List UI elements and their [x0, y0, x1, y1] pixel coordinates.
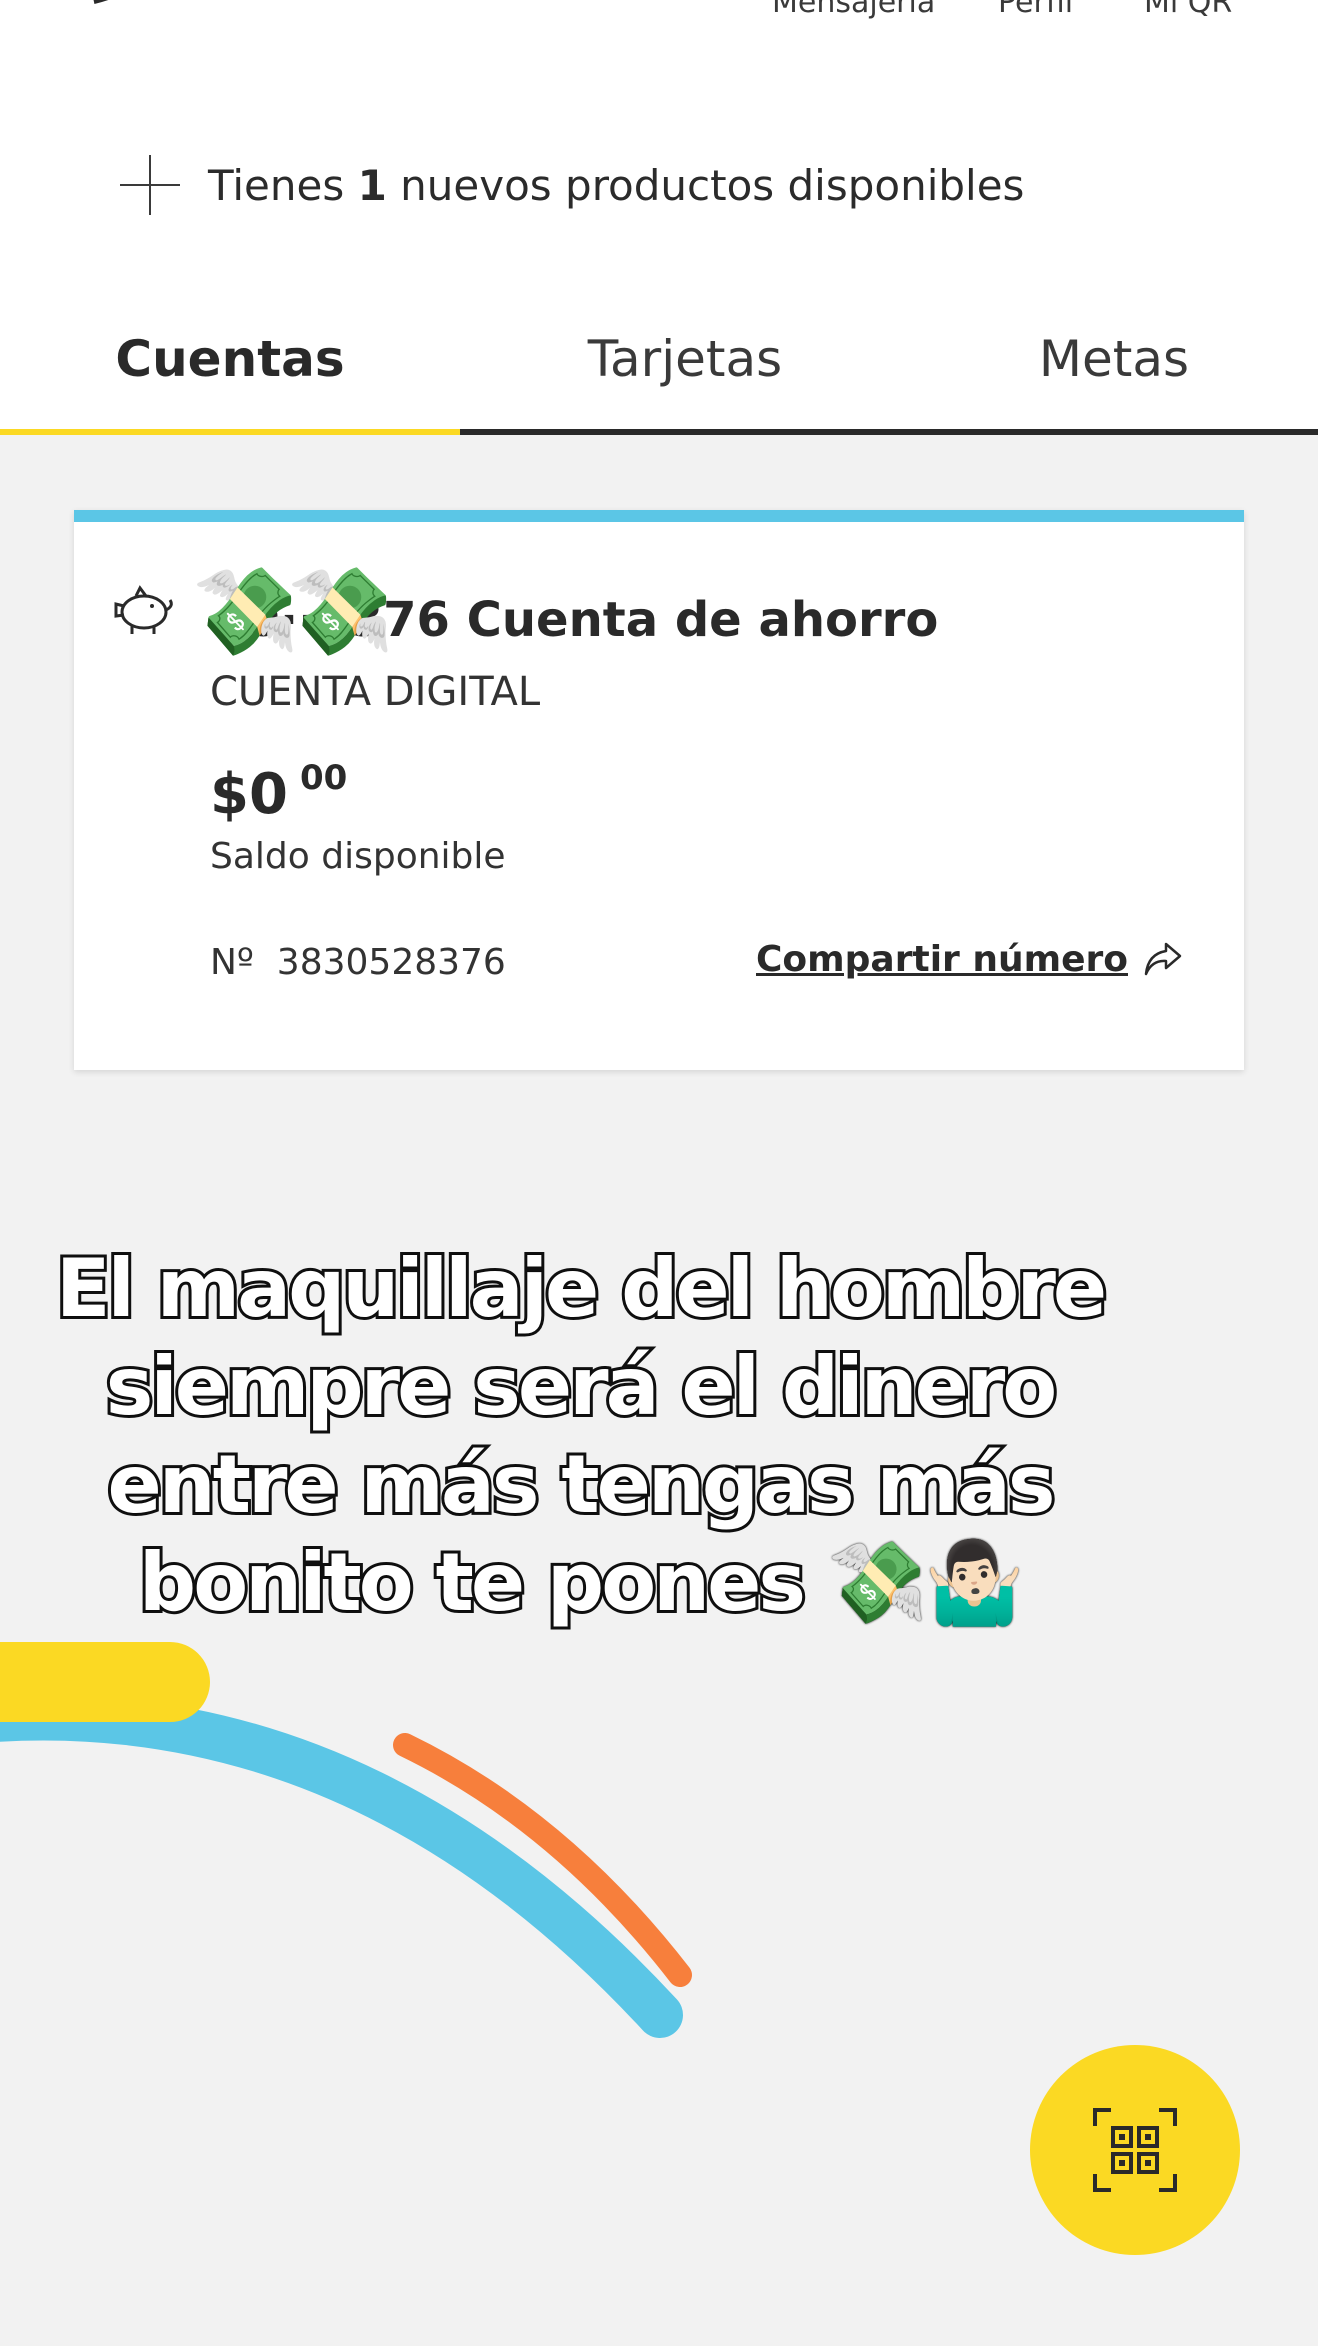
account-balance: $0 00 — [210, 758, 347, 827]
share-number-label: Compartir número — [756, 938, 1128, 980]
money-emoji-overlay: 💸💸 — [192, 562, 394, 662]
qr-scan-icon — [1093, 2108, 1177, 2192]
new-products-suffix: nuevos productos disponibles — [400, 160, 1025, 210]
overlay-caption: El maquillaje del hombre siempre será el… — [53, 1239, 1110, 1632]
account-card[interactable]: ··0··8376 Cuenta de ahorro 💸💸 CUENTA DIG… — [74, 510, 1244, 1070]
share-number-button[interactable]: Compartir número — [756, 938, 1184, 980]
account-type: CUENTA DIGITAL — [210, 669, 541, 715]
piggy-bank-icon — [114, 585, 173, 634]
nav-item-perfil[interactable]: Perfil — [998, 0, 1073, 20]
qr-scan-button[interactable] — [1030, 2045, 1240, 2255]
nav-item-mensajeria[interactable]: Mensajería — [772, 0, 935, 20]
logo-fragment — [93, 0, 109, 4]
account-number: Nº 3830528376 — [210, 942, 506, 983]
top-region: Mensajería Perfil Mi QR Tienes 1 nuevos … — [0, 0, 1318, 435]
decorative-arcs — [0, 1642, 692, 2038]
tab-metas-label: Metas — [1038, 330, 1190, 388]
new-products-banner[interactable]: Tienes 1 nuevos productos disponibles — [120, 150, 1024, 220]
balance-whole: $0 — [210, 762, 288, 827]
nav-item-mi-qr[interactable]: Mi QR — [1144, 0, 1232, 20]
new-products-prefix: Tienes — [208, 160, 345, 210]
account-number-label: Nº — [210, 942, 254, 983]
new-products-count: 1 — [357, 160, 387, 210]
account-number-value: 3830528376 — [276, 942, 506, 983]
tab-metas[interactable]: Metas — [910, 320, 1318, 435]
new-products-text: Tienes 1 nuevos productos disponibles — [208, 161, 1024, 210]
balance-label: Saldo disponible — [210, 836, 506, 877]
balance-cents: 00 — [299, 758, 348, 798]
tab-cuentas-label: Cuentas — [115, 330, 345, 388]
tab-divider — [460, 429, 1318, 435]
top-navigation: Mensajería Perfil Mi QR — [0, 0, 1318, 26]
tab-tarjetas[interactable]: Tarjetas — [460, 320, 910, 435]
plus-icon — [120, 155, 180, 215]
share-arrow-icon — [1144, 942, 1182, 976]
tab-cuentas[interactable]: Cuentas — [0, 320, 460, 435]
tab-active-indicator — [0, 429, 460, 435]
tab-tarjetas-label: Tarjetas — [587, 330, 783, 388]
account-tabs: Cuentas Tarjetas Metas — [0, 320, 1318, 435]
